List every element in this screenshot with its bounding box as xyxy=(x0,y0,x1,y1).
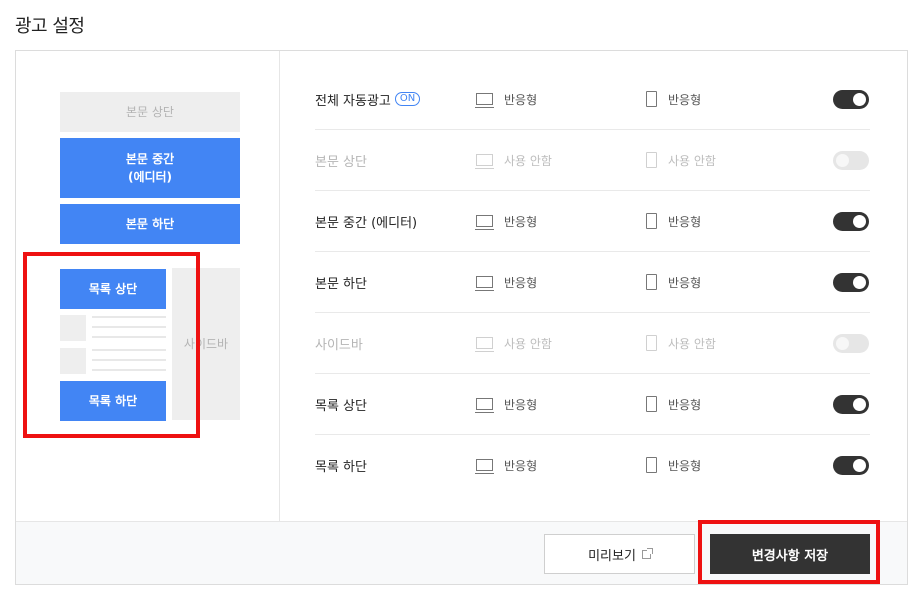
mobile-icon xyxy=(646,396,657,412)
row-label: 본문 상단 xyxy=(315,154,367,170)
on-badge: ON xyxy=(394,92,421,106)
setting-row-list-top: 목록 상단 반응형 반응형 xyxy=(315,374,870,435)
toggle-knob xyxy=(836,154,849,167)
slot-label: 본문 하단 xyxy=(125,217,175,231)
mobile-icon xyxy=(646,274,657,290)
monitor-icon xyxy=(475,398,494,413)
pc-setting[interactable]: 반응형 xyxy=(475,374,537,434)
pc-setting[interactable]: 사용 안함 xyxy=(475,130,552,190)
slot-label: 본문 상단 xyxy=(126,105,174,119)
toggle-switch[interactable] xyxy=(833,212,869,231)
toggle-knob xyxy=(853,215,866,228)
ad-settings-panel: 본문 상단 본문 중간 (에디터) 본문 하단 사이드바 목록 상단 목록 하단 xyxy=(15,50,908,585)
slot-body-bottom[interactable]: 본문 하단 xyxy=(60,204,240,244)
setting-row-auto: 전체 자동광고 ON 반응형 반응형 xyxy=(315,69,870,130)
preview-button[interactable]: 미리보기 xyxy=(544,534,695,574)
setting-row-body-top: 본문 상단 사용 안함 사용 안함 xyxy=(315,130,870,191)
toggle-knob xyxy=(836,337,849,350)
toggle-knob xyxy=(853,459,866,472)
footer-bar: 미리보기 변경사항 저장 xyxy=(16,520,907,584)
monitor-icon xyxy=(475,154,494,169)
slot-label: (에디터) xyxy=(127,170,173,184)
toggle-switch[interactable] xyxy=(833,395,869,414)
row-label: 본문 중간 (에디터) xyxy=(315,215,418,231)
monitor-icon xyxy=(475,215,494,230)
list-highlight-box xyxy=(23,252,200,438)
monitor-icon xyxy=(475,276,494,291)
row-label: 목록 상단 xyxy=(315,398,367,414)
pc-setting[interactable]: 반응형 xyxy=(475,252,537,312)
toggle-switch[interactable] xyxy=(833,456,869,475)
mobile-icon xyxy=(646,335,657,351)
monitor-icon xyxy=(475,459,494,474)
toggle-knob xyxy=(853,93,866,106)
mobile-setting[interactable]: 반응형 xyxy=(646,374,701,434)
toggle-knob xyxy=(853,398,866,411)
save-button[interactable]: 변경사항 저장 xyxy=(710,534,870,574)
setting-row-list-bottom: 목록 하단 반응형 반응형 xyxy=(315,435,870,496)
layout-preview: 본문 상단 본문 중간 (에디터) 본문 하단 사이드바 목록 상단 목록 하단 xyxy=(16,51,280,521)
mobile-icon xyxy=(646,213,657,229)
slot-body-middle[interactable]: 본문 중간 (에디터) xyxy=(60,138,240,198)
toggle-switch[interactable] xyxy=(833,151,869,170)
slot-body-top[interactable]: 본문 상단 xyxy=(60,92,240,132)
toggle-switch[interactable] xyxy=(833,273,869,292)
external-link-icon xyxy=(641,547,653,559)
mobile-setting[interactable]: 반응형 xyxy=(646,191,701,251)
monitor-icon xyxy=(475,93,494,108)
pc-setting[interactable]: 반응형 xyxy=(475,435,537,495)
slot-label: 본문 중간 xyxy=(125,152,175,166)
toggle-switch[interactable] xyxy=(833,90,869,109)
pc-setting[interactable]: 반응형 xyxy=(475,191,537,251)
pc-setting[interactable]: 사용 안함 xyxy=(475,313,552,373)
row-label: 목록 하단 xyxy=(315,459,367,475)
mobile-setting[interactable]: 사용 안함 xyxy=(646,313,716,373)
setting-row-sidebar: 사이드바 사용 안함 사용 안함 xyxy=(315,313,870,374)
mobile-icon xyxy=(646,457,657,473)
mobile-icon xyxy=(646,91,657,107)
mobile-setting[interactable]: 반응형 xyxy=(646,252,701,312)
setting-row-body-middle: 본문 중간 (에디터) 반응형 반응형 xyxy=(315,191,870,252)
mobile-setting[interactable]: 반응형 xyxy=(646,69,701,129)
toggle-switch[interactable] xyxy=(833,334,869,353)
row-label: 사이드바 xyxy=(315,337,363,353)
row-label: 본문 하단 xyxy=(315,276,367,292)
mobile-setting[interactable]: 사용 안함 xyxy=(646,130,716,190)
row-label: 전체 자동광고 ON xyxy=(315,69,421,129)
mobile-icon xyxy=(646,152,657,168)
pc-setting[interactable]: 반응형 xyxy=(475,69,537,129)
page-title: 광고 설정 xyxy=(15,16,85,37)
mobile-setting[interactable]: 반응형 xyxy=(646,435,701,495)
toggle-knob xyxy=(853,276,866,289)
setting-row-body-bottom: 본문 하단 반응형 반응형 xyxy=(315,252,870,313)
monitor-icon xyxy=(475,337,494,352)
